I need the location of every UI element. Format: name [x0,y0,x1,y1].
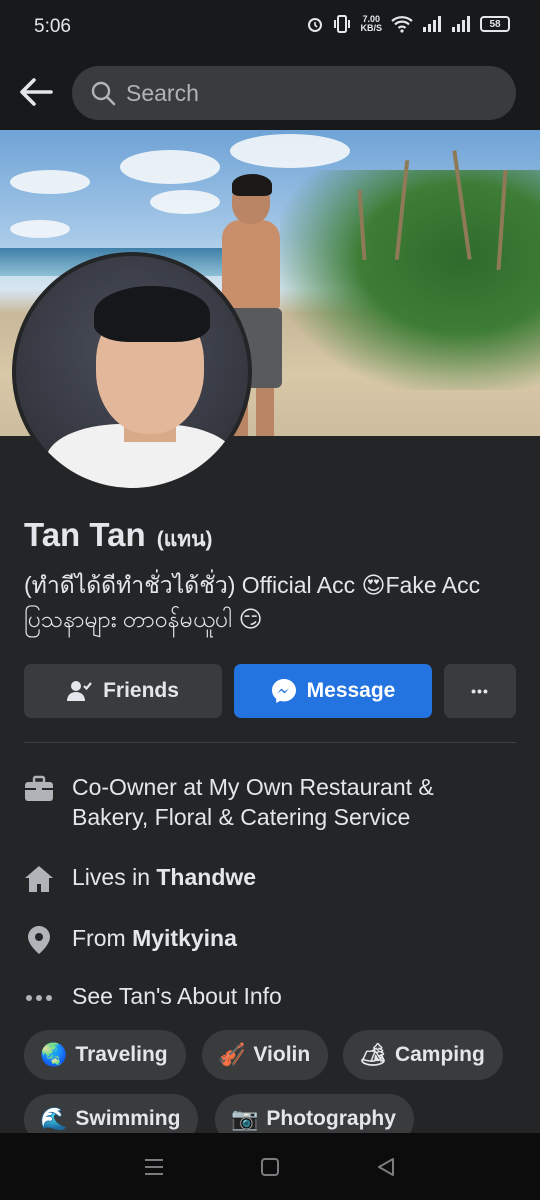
search-input[interactable] [126,79,486,107]
back-button[interactable] [16,72,56,112]
cover-person-leg [256,384,274,436]
house-icon [24,864,54,894]
intro-from-text: From Myitkyina [72,923,237,953]
profile-picture[interactable] [12,252,252,492]
person-check-icon [67,681,92,701]
intro-from-city[interactable]: Myitkyina [132,925,237,951]
status-time: 5:06 [34,16,71,37]
intro-lives-in-prefix: Lives in [72,864,157,890]
hobby-label: Swimming [75,1107,181,1130]
intro-from: From Myitkyina [24,923,516,955]
friends-button-label: Friends [103,679,179,702]
wifi-icon [391,16,413,33]
hobby-chip-traveling[interactable]: 🌏 Traveling [24,1030,186,1080]
profile-actions: Friends Message ••• [24,664,516,718]
intro-from-prefix: From [72,925,133,951]
status-icons: 7.00 KB/S 58 [306,14,510,34]
hobby-label: Camping [394,1043,485,1066]
hobby-chip-violin[interactable]: 🎻 Violin [202,1030,329,1080]
home-button[interactable] [250,1147,290,1187]
message-button-label: Message [306,679,396,702]
hobby-label: Traveling [75,1043,168,1066]
vibrate-icon [334,15,351,33]
profile-alternate-name: (แทน) [156,528,213,551]
more-options-button[interactable]: ••• [444,664,516,718]
recents-button[interactable] [134,1147,174,1187]
globe-icon: 🌏 [40,1042,68,1067]
profile-name: Tan Tan (แทน) [24,516,213,556]
cover-person-torso [222,220,280,312]
profile-bio: (ทำดีได้ดีทำชั่วได้ชั่ว) Official Acc 😍F… [24,572,481,632]
camping-icon: 🏕 [359,1042,387,1067]
profile-name-text: Tan Tan [24,516,146,553]
intro-lives-in-city[interactable]: Thandwe [156,864,256,890]
signal-icon [423,16,441,32]
battery-indicator: 58 [480,16,510,32]
search-icon [91,81,116,106]
system-navigation-bar [0,1133,540,1200]
see-about-info[interactable]: See Tan's About Info [24,981,516,1013]
messenger-icon [271,679,296,703]
cover-cloud [10,170,90,194]
more-options-icon: ••• [471,683,489,699]
cover-cloud [120,150,220,184]
cover-person-hair [232,174,272,196]
status-bar: 5:06 7.00 KB/S 58 [0,0,540,54]
briefcase-icon [24,774,54,804]
violin-icon: 🎻 [218,1042,246,1067]
triangle-back-icon [378,1157,394,1176]
avatar-hair [94,286,210,342]
search-bar[interactable] [72,66,516,120]
cover-cloud [10,220,70,238]
alarm-icon [308,18,323,32]
camera-icon: 📷 [231,1106,259,1131]
see-about-info-label[interactable]: See Tan's About Info [72,981,282,1011]
intro-work-text: Co-Owner at My Own Restaurant & Bakery, … [72,774,434,830]
menu-icon [145,1158,163,1175]
search-header [0,54,540,130]
hobby-chip-camping[interactable]: 🏕 Camping [343,1030,503,1080]
message-button[interactable]: Message [234,664,432,718]
dots-icon [24,983,54,1013]
wave-icon: 🌊 [40,1106,68,1131]
map-pin-icon [24,925,54,955]
system-back-button[interactable] [366,1147,406,1187]
hobby-label: Photography [266,1107,396,1130]
network-speed: 7.00 KB/S [360,15,382,33]
intro-lives-in-text: Lives in Thandwe [72,862,256,892]
network-speed-unit: KB/S [360,23,382,33]
friends-button[interactable]: Friends [24,664,222,718]
intro-work: Co-Owner at My Own Restaurant & Bakery, … [24,772,516,832]
signal-icon-2 [452,16,470,32]
arrow-left-icon [20,78,53,106]
section-divider [24,742,516,743]
intro-lives-in: Lives in Thandwe [24,862,516,894]
square-icon [261,1157,279,1176]
hobby-label: Violin [253,1043,311,1066]
